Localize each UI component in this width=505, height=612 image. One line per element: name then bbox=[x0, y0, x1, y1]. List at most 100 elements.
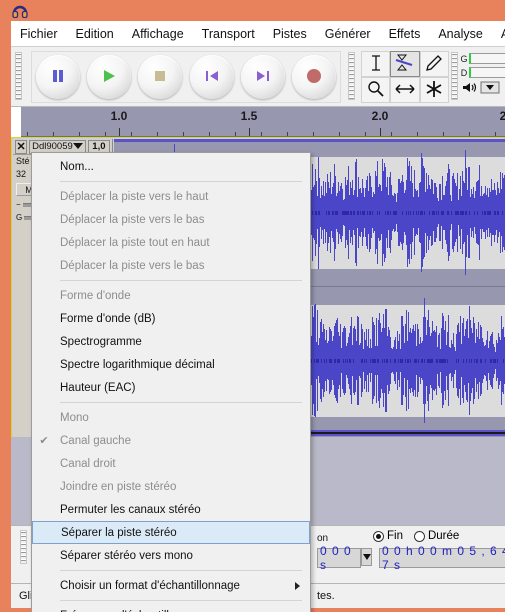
close-icon[interactable]: ✕ bbox=[15, 139, 28, 154]
waveform-rms bbox=[370, 358, 371, 363]
waveform-rms bbox=[416, 210, 417, 215]
multi-tool[interactable] bbox=[419, 77, 449, 103]
menu-item-label: Canal gauche bbox=[60, 434, 131, 447]
waveform-rms bbox=[443, 210, 444, 215]
ruler-tick-minor bbox=[79, 132, 80, 136]
play-button[interactable] bbox=[86, 55, 131, 99]
menu-item-move-track-up: Déplacer la piste vers le haut bbox=[32, 185, 310, 208]
menu-item-label: Déplacer la piste vers le bas bbox=[60, 213, 205, 226]
record-button[interactable] bbox=[292, 55, 337, 99]
menu-item-pitch-eac[interactable]: Hauteur (EAC) bbox=[32, 376, 310, 399]
tools-toolbar bbox=[361, 51, 449, 103]
menu-separator bbox=[60, 181, 302, 182]
ruler-tick-major bbox=[380, 128, 381, 136]
menu-fichier[interactable]: Fichier bbox=[11, 24, 67, 44]
menu-item-nom[interactable]: Nom... bbox=[32, 155, 310, 178]
ruler-label-3: 2.5 bbox=[499, 109, 505, 123]
end-radio-group[interactable]: Fin Durée bbox=[373, 530, 459, 542]
duration-radio-button[interactable] bbox=[413, 530, 425, 542]
waveform-rms bbox=[416, 358, 417, 363]
meter-toolbar-grip[interactable] bbox=[451, 52, 458, 100]
selection-tool[interactable] bbox=[361, 51, 391, 77]
menu-item-move-track-top: Déplacer la piste tout en haut bbox=[32, 231, 310, 254]
selection-end-time-field[interactable]: 0 0 h 0 0 m 0 5 , 6 4 7 s bbox=[379, 544, 505, 572]
chevron-down-icon[interactable] bbox=[361, 548, 372, 566]
menu-transport[interactable]: Transport bbox=[193, 24, 264, 44]
timeline-ruler[interactable]: 1.0 1.5 2.0 2.5 bbox=[11, 107, 505, 137]
ruler-tick-minor bbox=[209, 132, 210, 136]
chevron-down-icon[interactable] bbox=[480, 81, 500, 97]
pause-icon bbox=[50, 68, 66, 87]
menu-effets[interactable]: Effets bbox=[380, 24, 430, 44]
menu-item-split-stereo-to-mono[interactable]: Séparer stéréo vers mono bbox=[32, 544, 310, 567]
selection-start-time-field[interactable]: 0 0 0 s bbox=[317, 544, 361, 572]
skip-end-button[interactable] bbox=[240, 55, 285, 99]
menu-analyse[interactable]: Analyse bbox=[429, 24, 491, 44]
ruler-tick-minor bbox=[27, 132, 28, 136]
timeshift-tool[interactable] bbox=[390, 77, 420, 103]
stop-icon bbox=[152, 68, 168, 87]
pan-icon: G bbox=[16, 213, 23, 222]
waveform-rms bbox=[474, 358, 475, 363]
waveform-rms bbox=[458, 358, 459, 363]
waveform-rms bbox=[469, 358, 470, 363]
menu-pistes[interactable]: Pistes bbox=[264, 24, 316, 44]
pause-button[interactable] bbox=[35, 55, 80, 99]
waveform-rms bbox=[477, 358, 478, 363]
envelope-tool[interactable] bbox=[390, 51, 420, 77]
end-radio-button[interactable] bbox=[373, 530, 384, 542]
speaker-icon bbox=[462, 81, 477, 97]
meter-left-bar[interactable] bbox=[469, 53, 505, 64]
waveform-rms bbox=[314, 358, 315, 363]
waveform-rms bbox=[471, 358, 472, 363]
menu-item-waveform-db[interactable]: Forme d'onde (dB) bbox=[32, 307, 310, 330]
waveform-rms bbox=[311, 358, 312, 363]
vertical-scrollbar[interactable] bbox=[0, 525, 11, 583]
ruler-tick-minor bbox=[235, 132, 236, 136]
ruler-label-2: 2.0 bbox=[371, 109, 389, 123]
waveform-rms bbox=[390, 210, 391, 215]
waveform-rms bbox=[364, 210, 365, 215]
transport-toolbar-grip[interactable] bbox=[15, 52, 22, 100]
menu-generer[interactable]: Générer bbox=[316, 24, 380, 44]
selection-toolbar-grip[interactable] bbox=[20, 530, 27, 564]
tools-toolbar-grip[interactable] bbox=[348, 52, 355, 100]
zoom-tool[interactable] bbox=[361, 77, 391, 103]
meter-right-bar[interactable] bbox=[469, 67, 505, 78]
menu-item-log-spectrum[interactable]: Spectre logarithmique décimal bbox=[32, 353, 310, 376]
skip-to-start-icon bbox=[204, 68, 220, 87]
menu-item-split-stereo-track[interactable]: Séparer la piste stéréo bbox=[32, 521, 310, 544]
menu-affichage[interactable]: Affichage bbox=[123, 24, 193, 44]
menu-aide[interactable]: Aide bbox=[492, 24, 505, 44]
meter-toolbar: G D bbox=[459, 51, 505, 103]
waveform-rms bbox=[491, 358, 492, 363]
chevron-down-icon bbox=[72, 141, 83, 152]
menu-item-spectrogram[interactable]: Spectrogramme bbox=[32, 330, 310, 353]
menu-item-swap-stereo-channels[interactable]: Permuter les canaux stéréo bbox=[32, 498, 310, 521]
chevron-right-icon bbox=[295, 581, 300, 590]
menu-item-sample-rate[interactable]: Fréquence d'échantillonnage bbox=[32, 604, 310, 612]
menu-item-set-sample-format[interactable]: Choisir un format d'échantillonnage bbox=[32, 574, 310, 597]
waveform-rms bbox=[502, 210, 503, 215]
skip-to-end-icon bbox=[255, 68, 271, 87]
menu-edition[interactable]: Edition bbox=[67, 24, 123, 44]
waveform-rms bbox=[339, 358, 340, 363]
meter-left-row: G bbox=[459, 52, 505, 65]
waveform-rms bbox=[379, 210, 380, 215]
draw-tool[interactable] bbox=[419, 51, 449, 77]
skip-start-button[interactable] bbox=[189, 55, 234, 99]
menu-separator bbox=[60, 280, 302, 281]
menu-item-waveform: Forme d'onde bbox=[32, 284, 310, 307]
menu-item-label: Déplacer la piste tout en haut bbox=[60, 236, 210, 249]
waveform-rms bbox=[445, 358, 446, 363]
stop-button[interactable] bbox=[138, 55, 183, 99]
waveform-rms bbox=[481, 358, 482, 363]
meter-left-label: G bbox=[460, 53, 468, 64]
menu-item-label: Spectre logarithmique décimal bbox=[60, 358, 215, 371]
waveform-rms bbox=[410, 358, 411, 363]
pencil-icon bbox=[424, 53, 444, 76]
waveform-rms bbox=[372, 210, 373, 215]
ruler-tick-minor bbox=[417, 132, 418, 136]
waveform-rms bbox=[458, 210, 459, 215]
ruler-left-pad bbox=[11, 107, 21, 137]
